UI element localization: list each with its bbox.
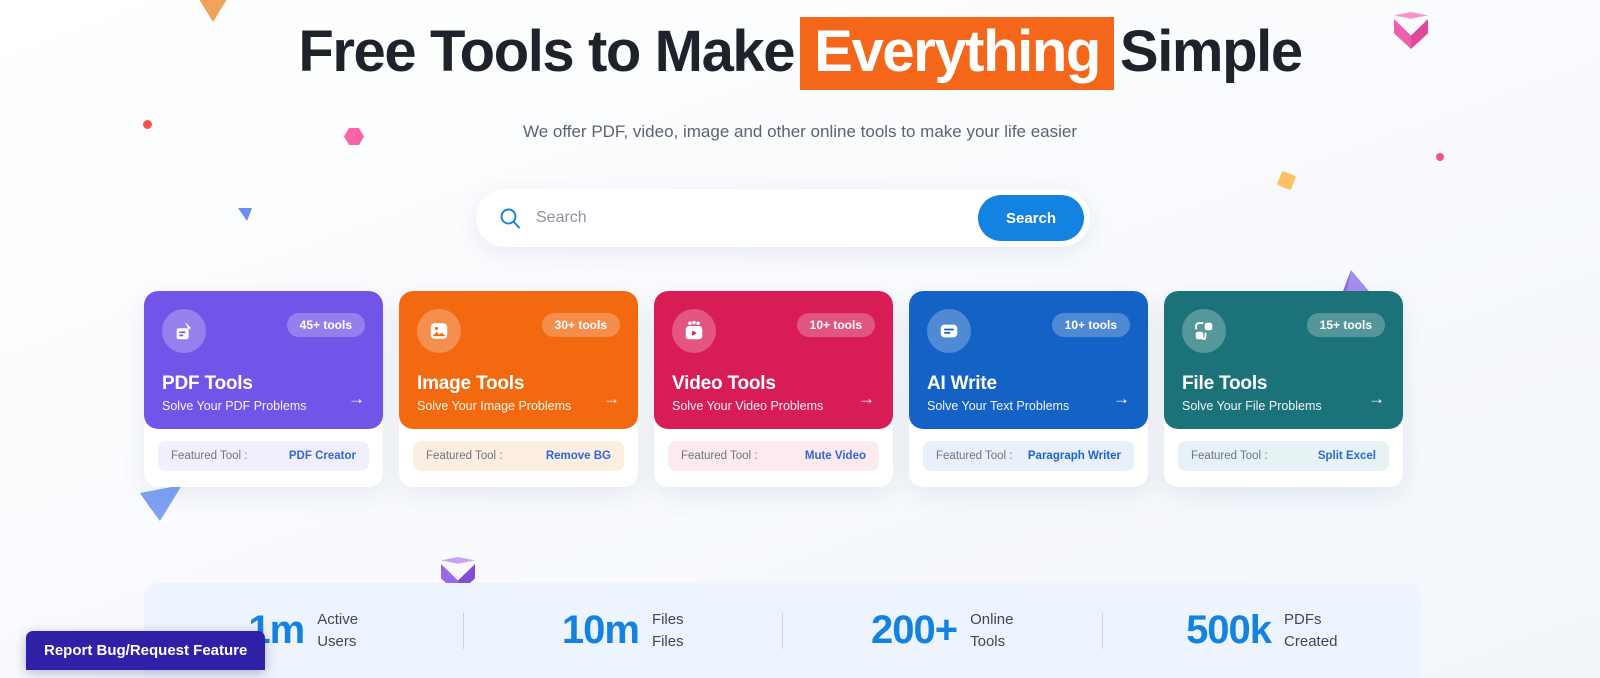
card-title: AI Write bbox=[927, 373, 997, 394]
file-convert-icon bbox=[1182, 309, 1226, 353]
text-box-icon bbox=[927, 309, 971, 353]
featured-tool-label: Featured Tool : bbox=[936, 450, 1013, 462]
stat-label-line2: Users bbox=[317, 632, 357, 650]
card-description: Solve Your File Problems bbox=[1182, 399, 1322, 413]
tool-count-badge: 30+ tools bbox=[541, 313, 620, 337]
page-title-part-2: Simple bbox=[1119, 19, 1303, 84]
stat-label: Online Tools bbox=[970, 609, 1013, 653]
arrow-right-icon[interactable]: → bbox=[858, 390, 875, 407]
tool-card-ai-write[interactable]: 10+ tools AI Write Solve Your Text Probl… bbox=[909, 291, 1148, 487]
stat-label-line1: Online bbox=[970, 610, 1014, 628]
report-bug-button[interactable]: Report Bug/Request Feature bbox=[26, 631, 266, 670]
stat-item: 10m Files Files bbox=[464, 608, 783, 653]
tool-card-image[interactable]: 30+ tools Image Tools Solve Your Image P… bbox=[399, 291, 638, 487]
stat-number: 200+ bbox=[871, 608, 958, 652]
featured-tool-link[interactable]: Split Excel bbox=[1318, 450, 1376, 462]
tool-card-file[interactable]: 15+ tools File Tools Solve Your File Pro… bbox=[1164, 291, 1403, 487]
arrow-right-icon[interactable]: → bbox=[1113, 390, 1130, 407]
tool-count-badge: 10+ tools bbox=[1051, 313, 1130, 337]
document-icon bbox=[162, 309, 206, 353]
stat-label-line1: Files bbox=[651, 610, 684, 628]
tool-card-list: 45+ tools PDF Tools Solve Your PDF Probl… bbox=[144, 291, 1403, 487]
image-icon bbox=[417, 309, 461, 353]
blue-triangle-decoration bbox=[238, 208, 252, 221]
featured-tool-link[interactable]: Remove BG bbox=[546, 450, 611, 462]
stat-item: 200+ Online Tools bbox=[783, 608, 1102, 653]
card-title: File Tools bbox=[1182, 373, 1268, 394]
arrow-right-icon[interactable]: → bbox=[1368, 390, 1385, 407]
stat-label-line2: Files bbox=[651, 632, 684, 650]
search-input[interactable] bbox=[536, 209, 978, 227]
featured-tool-label: Featured Tool : bbox=[426, 450, 503, 462]
pink-dot-decoration bbox=[1436, 153, 1444, 161]
blue-pyramid-decoration bbox=[140, 485, 182, 521]
featured-tool-link[interactable]: PDF Creator bbox=[289, 450, 356, 462]
featured-tool-pill[interactable]: Featured Tool : Paragraph Writer bbox=[923, 441, 1134, 471]
stat-label: PDFs Created bbox=[1284, 609, 1337, 653]
search-button[interactable]: Search bbox=[978, 195, 1084, 241]
tool-card-pdf[interactable]: 45+ tools PDF Tools Solve Your PDF Probl… bbox=[144, 291, 383, 487]
stat-number: 500k bbox=[1186, 608, 1272, 652]
featured-tool-label: Featured Tool : bbox=[681, 450, 758, 462]
featured-tool-link[interactable]: Paragraph Writer bbox=[1028, 450, 1121, 462]
tool-count-badge: 15+ tools bbox=[1306, 313, 1385, 337]
page-title-highlight: Everything bbox=[800, 17, 1114, 90]
stats-bar: 1m Active Users 10m Files Files 200+ Onl… bbox=[144, 583, 1421, 678]
card-title: PDF Tools bbox=[162, 373, 253, 394]
stat-label-line2: Created bbox=[1284, 632, 1338, 650]
card-description: Solve Your PDF Problems bbox=[162, 399, 307, 413]
stat-label: Active Users bbox=[317, 609, 358, 653]
video-icon bbox=[672, 309, 716, 353]
featured-tool-label: Featured Tool : bbox=[1191, 450, 1268, 462]
stat-label-line1: Active bbox=[317, 610, 359, 628]
card-description: Solve Your Video Problems bbox=[672, 399, 824, 413]
card-description: Solve Your Text Problems bbox=[927, 399, 1070, 413]
stat-number: 10m bbox=[561, 608, 640, 652]
stat-label: Files Files bbox=[652, 609, 684, 653]
page-subtitle: We offer PDF, video, image and other onl… bbox=[522, 122, 1078, 141]
page-title: Free Tools to Make Everything Simple bbox=[0, 17, 1600, 90]
card-title: Video Tools bbox=[672, 373, 776, 394]
arrow-right-icon[interactable]: → bbox=[348, 390, 365, 407]
search-icon bbox=[500, 208, 520, 229]
featured-tool-pill[interactable]: Featured Tool : Split Excel bbox=[1178, 441, 1389, 471]
card-description: Solve Your Image Problems bbox=[417, 399, 572, 413]
stat-label-line2: Tools bbox=[970, 632, 1006, 650]
tool-count-badge: 10+ tools bbox=[796, 313, 875, 337]
arrow-right-icon[interactable]: → bbox=[603, 390, 620, 407]
featured-tool-link[interactable]: Mute Video bbox=[805, 450, 866, 462]
featured-tool-pill[interactable]: Featured Tool : Remove BG bbox=[413, 441, 624, 471]
orange-square-decoration bbox=[1276, 170, 1297, 191]
stat-item: 500k PDFs Created bbox=[1103, 608, 1422, 653]
card-title: Image Tools bbox=[417, 373, 525, 394]
stat-label-line1: PDFs bbox=[1284, 610, 1322, 628]
featured-tool-label: Featured Tool : bbox=[171, 450, 248, 462]
featured-tool-pill[interactable]: Featured Tool : PDF Creator bbox=[158, 441, 369, 471]
tool-count-badge: 45+ tools bbox=[286, 313, 365, 337]
search-bar[interactable]: Search bbox=[476, 189, 1090, 247]
featured-tool-pill[interactable]: Featured Tool : Mute Video bbox=[668, 441, 879, 471]
tool-card-video[interactable]: 10+ tools Video Tools Solve Your Video P… bbox=[654, 291, 893, 487]
page-title-part-1: Free Tools to Make bbox=[298, 19, 795, 84]
